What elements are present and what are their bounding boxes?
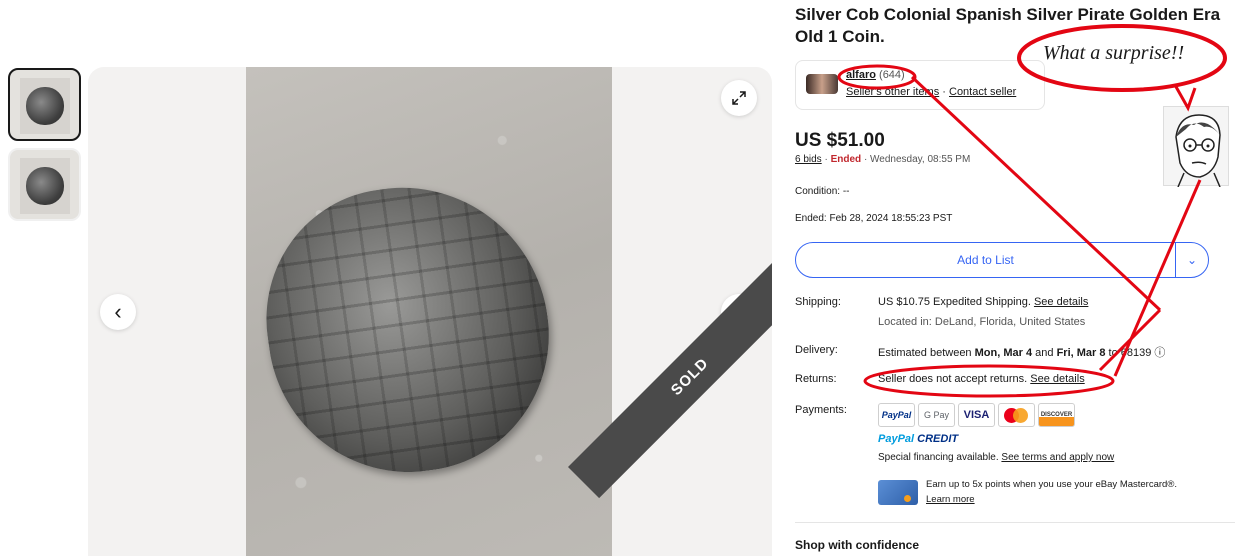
- annotation-overlay: [837, 24, 1227, 398]
- annotation-text: What a surprise!!: [1043, 42, 1185, 64]
